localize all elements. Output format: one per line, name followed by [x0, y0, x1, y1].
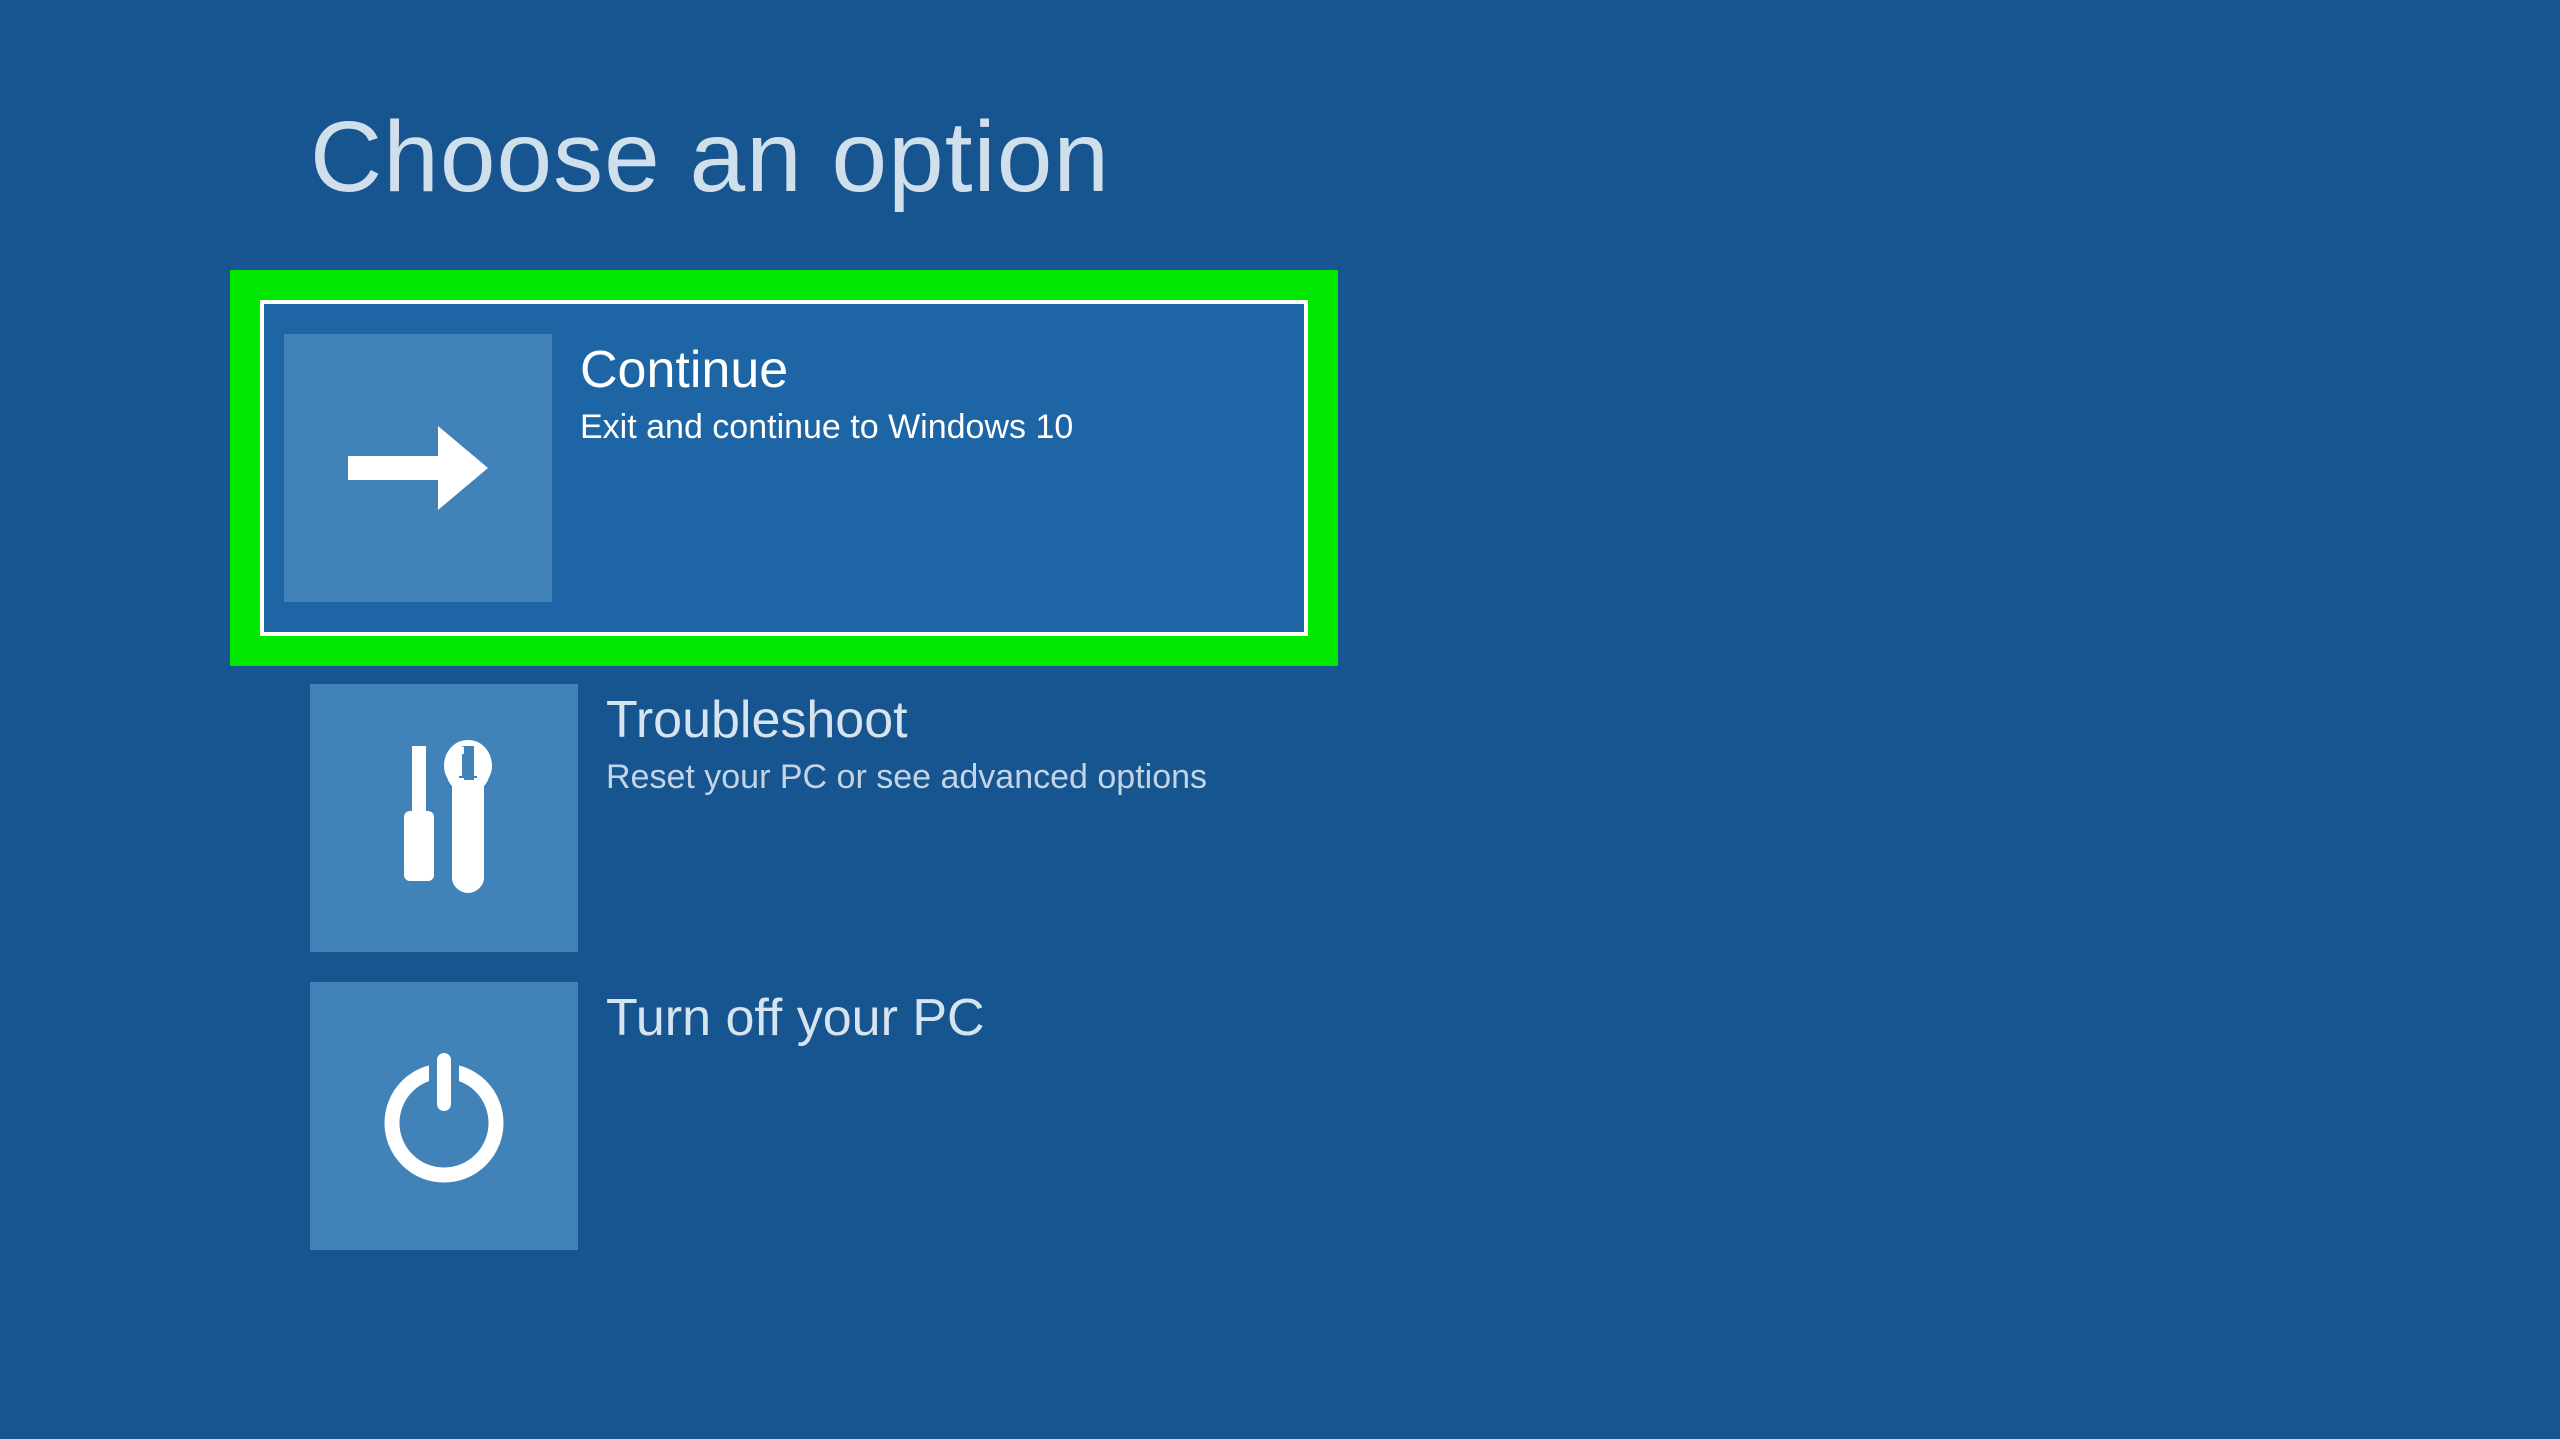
option-troubleshoot-desc: Reset your PC or see advanced options: [606, 758, 2560, 797]
option-continue-desc: Exit and continue to Windows 10: [580, 408, 1274, 447]
annotation-highlight: Continue Exit and continue to Windows 10: [230, 270, 1338, 666]
option-turnoff-text: Turn off your PC: [606, 982, 2560, 1056]
option-troubleshoot[interactable]: Troubleshoot Reset your PC or see advanc…: [310, 684, 2560, 952]
option-troubleshoot-title: Troubleshoot: [606, 690, 2560, 750]
tools-icon: [310, 684, 578, 952]
option-continue[interactable]: Continue Exit and continue to Windows 10: [260, 300, 1308, 636]
arrow-right-icon: [284, 334, 552, 602]
power-icon: [310, 982, 578, 1250]
recovery-options-screen: Choose an option Continue Exit and conti…: [0, 0, 2560, 1280]
option-continue-title: Continue: [580, 340, 1274, 400]
option-troubleshoot-text: Troubleshoot Reset your PC or see advanc…: [606, 684, 2560, 797]
option-continue-text: Continue Exit and continue to Windows 10: [580, 334, 1274, 447]
option-turnoff[interactable]: Turn off your PC: [310, 982, 2560, 1250]
options-list: Continue Exit and continue to Windows 10: [310, 270, 2560, 1280]
page-title: Choose an option: [310, 100, 2560, 215]
option-turnoff-title: Turn off your PC: [606, 988, 2560, 1048]
